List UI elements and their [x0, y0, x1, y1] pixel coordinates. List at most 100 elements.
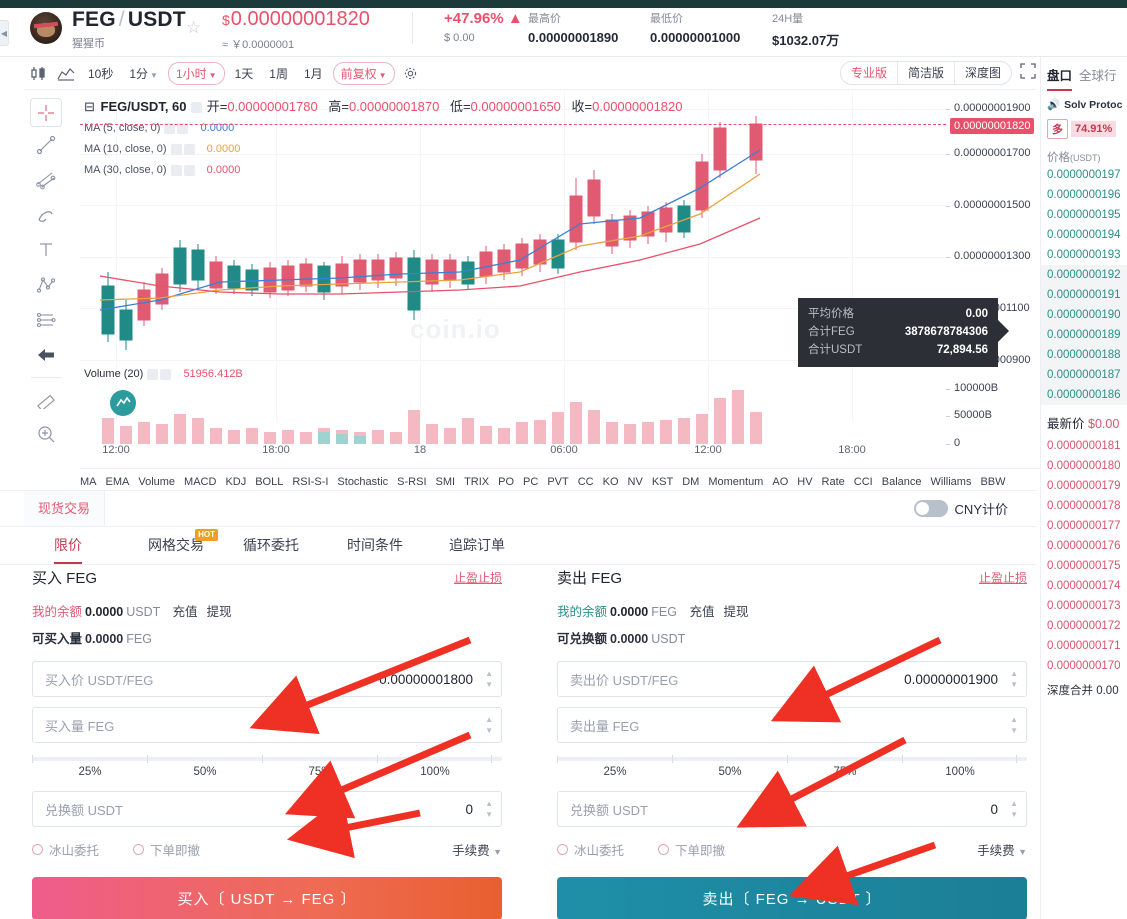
indicator-stochastic[interactable]: Stochastic — [337, 476, 388, 488]
sell-iceberg-option[interactable]: 冰山委托 — [557, 840, 624, 859]
volume-settings-icon[interactable] — [147, 368, 159, 380]
news-ticker[interactable]: 🔊 Solv Protoc — [1041, 91, 1127, 112]
buy-pct-50[interactable]: 50% — [193, 766, 216, 778]
buy-percent-slider[interactable]: 25% 50% 75% 100% — [32, 755, 502, 783]
depth-merge-row[interactable]: 深度合并 0.00 — [1041, 676, 1127, 698]
order-book-row[interactable]: 0.0000000191 — [1041, 285, 1127, 305]
buy-ioc-radio[interactable] — [133, 844, 145, 855]
order-book-row[interactable]: 0.0000000194 — [1041, 225, 1127, 245]
sell-fee-dropdown[interactable]: 手续费 ▼ — [977, 840, 1027, 859]
order-book-row[interactable]: 0.0000000180 — [1041, 456, 1127, 476]
interval-1d[interactable]: 1天 — [229, 62, 260, 85]
indicator-smi[interactable]: SMI — [436, 476, 456, 488]
indicator-balance[interactable]: Balance — [882, 476, 922, 488]
tab-global-markets[interactable]: 全球行 — [1079, 65, 1117, 91]
indicator-s-rsi[interactable]: S-RSI — [397, 476, 426, 488]
trendline-icon[interactable] — [30, 127, 62, 162]
arrow-left-icon[interactable] — [30, 338, 62, 373]
buy-iceberg-radio[interactable] — [32, 844, 43, 855]
indicator-ema[interactable]: EMA — [106, 476, 130, 488]
order-book-row[interactable]: 0.0000000174 — [1041, 576, 1127, 596]
fullscreen-icon[interactable] — [1020, 62, 1036, 84]
buy-withdraw-link[interactable]: 提现 — [207, 605, 232, 619]
sell-iceberg-radio[interactable] — [557, 844, 568, 855]
buy-amount-stepper[interactable]: ▲ ▼ — [485, 716, 493, 735]
buy-pct-75[interactable]: 75% — [308, 766, 331, 778]
order-book-row[interactable]: 0.0000000181 — [1041, 436, 1127, 456]
indicator-rsi-s-i[interactable]: RSI-S-I — [292, 476, 328, 488]
view-simple[interactable]: 简洁版 — [898, 62, 955, 84]
indicator-ao[interactable]: AO — [772, 476, 788, 488]
sell-pct-50[interactable]: 50% — [718, 766, 741, 778]
interval-1m[interactable]: 1分 ▼ — [123, 62, 164, 85]
interval-10s[interactable]: 10秒 — [82, 62, 119, 85]
sell-pct-75[interactable]: 75% — [833, 766, 856, 778]
gear-icon[interactable] — [397, 63, 425, 85]
indicator-ko[interactable]: KO — [603, 476, 619, 488]
sell-pct-100[interactable]: 100% — [945, 766, 974, 778]
buy-submit-button[interactable]: 买入〔 USDT → FEG 〕 — [32, 877, 502, 919]
indicator-pvt[interactable]: PVT — [547, 476, 568, 488]
sell-deposit-link[interactable]: 充值 — [689, 605, 714, 619]
indicator-boll[interactable]: BOLL — [255, 476, 283, 488]
sell-take-profit-stop-loss[interactable]: 止盈止损 — [979, 569, 1027, 586]
indicator-dm[interactable]: DM — [682, 476, 699, 488]
tab-recurring-order[interactable]: 循环委托 — [243, 527, 299, 564]
sell-pct-25[interactable]: 25% — [603, 766, 626, 778]
order-book-row[interactable]: 0.0000000170 — [1041, 656, 1127, 676]
brush-icon[interactable] — [30, 197, 62, 232]
sell-amount-field[interactable]: 卖出量 FEG ▲ ▼ — [557, 707, 1027, 743]
order-book-row[interactable]: 0.0000000189 — [1041, 325, 1127, 345]
view-depth[interactable]: 深度图 — [955, 62, 1011, 84]
pitchfork-icon[interactable] — [30, 268, 62, 303]
buy-total-stepper[interactable]: ▲ ▼ — [485, 800, 493, 819]
indicator-nv[interactable]: NV — [628, 476, 643, 488]
order-book-row[interactable]: 0.0000000195 — [1041, 205, 1127, 225]
buy-price-stepper[interactable]: ▲ ▼ — [485, 670, 493, 689]
order-book-row[interactable]: 0.0000000190 — [1041, 305, 1127, 325]
indicator-po[interactable]: PO — [498, 476, 514, 488]
order-book-row[interactable]: 0.0000000175 — [1041, 556, 1127, 576]
parallel-channel-icon[interactable] — [30, 303, 62, 338]
fib-fork-icon[interactable] — [30, 162, 62, 197]
buy-total-field[interactable]: 兑换额 USDT 0 ▲ ▼ — [32, 791, 502, 827]
sell-price-field[interactable]: 卖出价 USDT/FEG 0.00000001900 ▲ ▼ — [557, 661, 1027, 697]
order-book-row[interactable]: 0.0000000179 — [1041, 476, 1127, 496]
indicator-pc[interactable]: PC — [523, 476, 538, 488]
order-book-row[interactable]: 0.0000000193 — [1041, 245, 1127, 265]
indicator-bbw[interactable]: BBW — [980, 476, 1005, 488]
buy-deposit-link[interactable]: 充值 — [173, 605, 198, 619]
order-book-row[interactable]: 0.0000000172 — [1041, 616, 1127, 636]
indicator-trix[interactable]: TRIX — [464, 476, 489, 488]
order-book-row[interactable]: 0.0000000187 — [1041, 365, 1127, 385]
indicator-hv[interactable]: HV — [797, 476, 812, 488]
buy-amount-field[interactable]: 买入量 FEG ▲ ▼ — [32, 707, 502, 743]
sell-ioc-option[interactable]: 下单即撤 — [658, 840, 725, 859]
buy-iceberg-option[interactable]: 冰山委托 — [32, 840, 99, 859]
sell-ioc-radio[interactable] — [658, 844, 670, 855]
crosshair-icon[interactable] — [30, 98, 62, 128]
chart-settings-icon[interactable] — [191, 102, 203, 114]
tab-grid-trading[interactable]: 网格交易 HOT — [148, 527, 218, 564]
sell-price-stepper[interactable]: ▲ ▼ — [1010, 670, 1018, 689]
buy-fee-dropdown[interactable]: 手续费 ▼ — [452, 840, 502, 859]
price-plot[interactable]: coin.io ⊟ FEG/USDT, 60 开=0.00000001780 高… — [80, 92, 946, 450]
favorite-star-icon[interactable]: ☆ — [186, 18, 201, 38]
interval-1w[interactable]: 1周 — [263, 62, 294, 85]
tab-trailing-order[interactable]: 追踪订单 — [449, 527, 505, 564]
text-icon[interactable] — [30, 233, 62, 268]
adjust-selector[interactable]: 前复权 ▼ — [332, 62, 395, 85]
order-book-row[interactable]: 0.0000000173 — [1041, 596, 1127, 616]
sell-amount-stepper[interactable]: ▲ ▼ — [1010, 716, 1018, 735]
indicator-kst[interactable]: KST — [652, 476, 673, 488]
order-book-row[interactable]: 0.0000000192 — [1041, 265, 1127, 285]
volume-close-icon[interactable] — [160, 368, 172, 380]
indicator-momentum[interactable]: Momentum — [708, 476, 763, 488]
sell-total-stepper[interactable]: ▲ ▼ — [1010, 800, 1018, 819]
indicator-cc[interactable]: CC — [578, 476, 594, 488]
buy-take-profit-stop-loss[interactable]: 止盈止损 — [454, 569, 502, 586]
indicator-chart-icon[interactable] — [52, 63, 80, 85]
zoom-in-icon[interactable] — [30, 417, 62, 452]
order-book-row[interactable]: 0.0000000177 — [1041, 516, 1127, 536]
tab-time-condition[interactable]: 时间条件 — [347, 527, 403, 564]
